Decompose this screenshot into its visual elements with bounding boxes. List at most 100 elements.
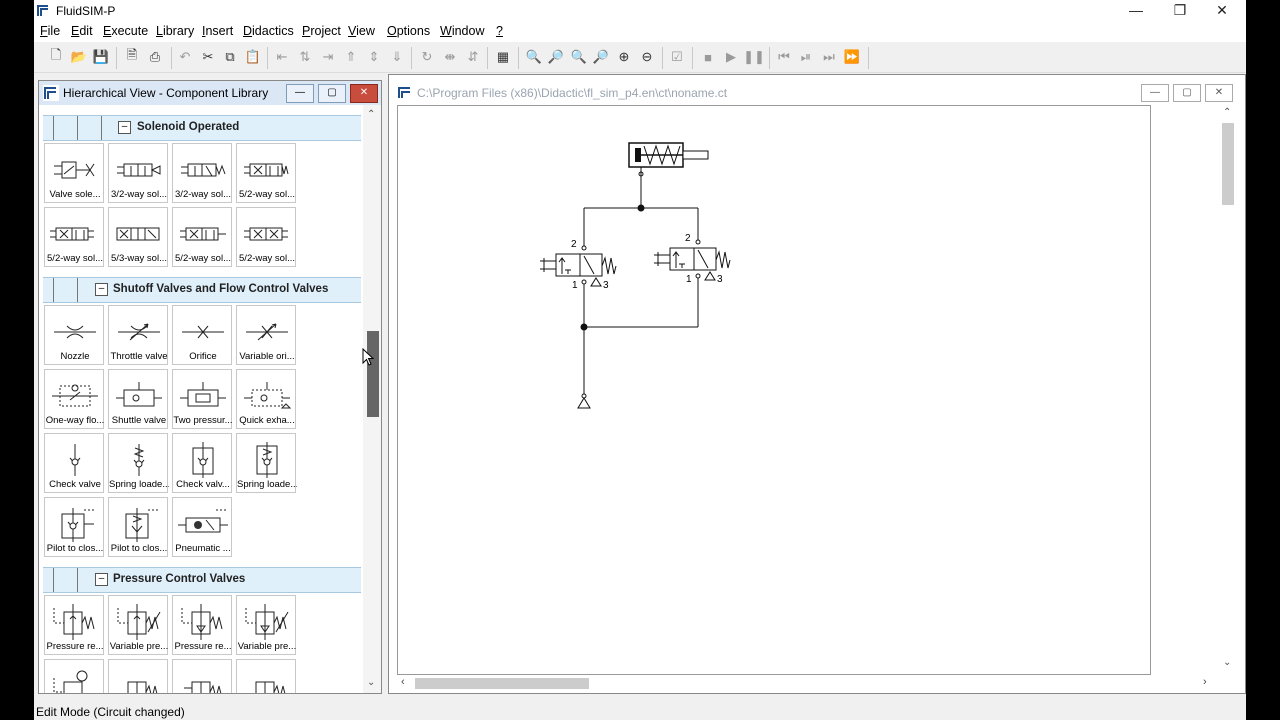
undo-icon[interactable]: ↶ <box>175 47 195 67</box>
zoom-fit-icon[interactable]: 🔎 <box>546 47 566 67</box>
open-folder-icon[interactable]: 📂 <box>69 47 89 67</box>
zoom-actual-icon[interactable]: 🔍 <box>524 47 544 67</box>
paste-icon[interactable]: 📋 <box>243 47 263 67</box>
group-solenoid-operated[interactable]: – Solenoid Operated <box>43 115 361 141</box>
circuit-hscroll-thumb[interactable] <box>415 678 589 689</box>
menu-insert[interactable]: Insert <box>202 24 233 38</box>
circuit-vscroll-thumb[interactable] <box>1222 123 1234 205</box>
component-tile[interactable]: Shuttle valve <box>108 369 168 429</box>
print-preview-icon[interactable]: 🗎 <box>122 47 142 67</box>
play-icon[interactable]: ▶ <box>721 47 741 67</box>
component-tile[interactable]: Pressure re... <box>172 595 232 655</box>
scroll-down-icon[interactable]: ⌄ <box>1223 657 1231 668</box>
fast-forward-icon[interactable]: ⏩ <box>842 47 862 67</box>
single-step-icon[interactable]: ⏯ <box>796 47 816 67</box>
menu-didactics[interactable]: Didactics <box>243 24 294 38</box>
stop-icon[interactable]: ■ <box>698 47 718 67</box>
component-tile[interactable]: Variable pre... <box>108 595 168 655</box>
group-pressure-control-valves[interactable]: – Pressure Control Valves <box>43 567 361 593</box>
copy-icon[interactable]: ⧉ <box>220 47 240 67</box>
component-tile[interactable] <box>172 659 232 693</box>
grid-icon[interactable]: ▦ <box>493 47 513 67</box>
menu-options[interactable]: Options <box>387 24 430 38</box>
library-close-button[interactable]: ✕ <box>350 84 378 103</box>
component-tile[interactable]: 5/3-way sol... <box>108 207 168 267</box>
rotate-icon[interactable]: ↻ <box>417 47 437 67</box>
component-tile[interactable]: 3/2-way sol... <box>108 143 168 203</box>
component-tile[interactable]: Spring loade... <box>108 433 169 493</box>
check-drawing-icon[interactable]: ☑ <box>667 47 687 67</box>
save-icon[interactable]: 💾 <box>91 47 111 67</box>
reset-icon[interactable]: ⏮ <box>774 47 794 67</box>
align-center-icon[interactable]: ⇅ <box>295 47 315 67</box>
new-file-icon[interactable]: 🗋 <box>46 47 66 67</box>
align-bottom-icon[interactable]: ⇓ <box>387 47 407 67</box>
circuit-canvas[interactable]: 2 1 3 2 1 3 <box>397 105 1151 675</box>
menu-library[interactable]: Library <box>156 24 194 38</box>
align-left-icon[interactable]: ⇤ <box>272 47 292 67</box>
component-tile[interactable]: Orifice <box>172 305 232 365</box>
circuit-close-button[interactable]: ✕ <box>1205 84 1233 102</box>
scroll-up-icon[interactable]: ⌃ <box>1223 107 1231 118</box>
component-tile[interactable] <box>236 659 296 693</box>
menu-help[interactable]: ? <box>496 24 503 38</box>
component-tile[interactable]: Quick exha... <box>236 369 296 429</box>
align-middle-icon[interactable]: ⇕ <box>364 47 384 67</box>
menu-edit[interactable]: Edit <box>71 24 93 38</box>
scroll-right-icon[interactable]: › <box>1203 676 1207 688</box>
collapse-icon[interactable]: – <box>95 283 108 296</box>
component-tile[interactable] <box>44 659 104 693</box>
library-minimize-button[interactable]: — <box>286 84 314 103</box>
library-scroll-thumb[interactable] <box>367 331 379 417</box>
step-forward-icon[interactable]: ⏭ <box>819 47 839 67</box>
circuit-minimize-button[interactable]: — <box>1141 84 1169 102</box>
align-top-icon[interactable]: ⇑ <box>341 47 361 67</box>
mirror-vertical-icon[interactable]: ⇵ <box>463 47 483 67</box>
component-tile[interactable]: 5/2-way sol... <box>44 207 104 267</box>
scroll-down-icon[interactable]: ⌄ <box>367 677 375 688</box>
print-icon[interactable]: ⎙ <box>145 47 165 67</box>
restore-button[interactable]: ❐ <box>1158 0 1202 22</box>
circuit-horizontal-scrollbar[interactable]: ‹ › <box>397 675 1219 691</box>
cut-icon[interactable]: ✂ <box>198 47 218 67</box>
air-supply-icon[interactable] <box>577 397 591 409</box>
component-tile[interactable]: Throttle valve <box>108 305 168 365</box>
component-tile[interactable]: Pneumatic ... <box>172 497 232 557</box>
zoom-window-icon[interactable]: 🔍 <box>569 47 589 67</box>
component-tile[interactable] <box>108 659 168 693</box>
component-tile[interactable]: Variable ori... <box>236 305 296 365</box>
menu-project[interactable]: Project <box>302 24 341 38</box>
component-tile[interactable]: Check valv... <box>172 433 232 493</box>
minimize-button[interactable]: — <box>1114 0 1158 22</box>
component-tile[interactable]: One-way flo... <box>44 369 104 429</box>
zoom-in-icon[interactable]: ⊕ <box>614 47 634 67</box>
menu-file[interactable]: File <box>40 24 60 38</box>
circuit-maximize-button[interactable]: ▢ <box>1173 84 1201 102</box>
component-tile[interactable]: 5/2-way sol... <box>236 207 296 267</box>
component-tile[interactable]: Pressure re... <box>44 595 104 655</box>
library-maximize-button[interactable]: ▢ <box>318 84 346 103</box>
mirror-horizontal-icon[interactable]: ⇼ <box>440 47 460 67</box>
pause-icon[interactable]: ❚❚ <box>743 47 765 67</box>
component-tile[interactable]: 5/2-way sol... <box>172 207 232 267</box>
menu-window[interactable]: Window <box>440 24 484 38</box>
component-tile[interactable]: 3/2-way sol... <box>172 143 232 203</box>
component-tile[interactable]: Pilot to clos... <box>108 497 168 557</box>
component-tile[interactable]: Two pressur... <box>172 369 233 429</box>
collapse-icon[interactable]: – <box>118 121 131 134</box>
zoom-all-icon[interactable]: 🔎 <box>591 47 611 67</box>
align-right-icon[interactable]: ⇥ <box>318 47 338 67</box>
component-tile[interactable]: Nozzle <box>44 305 104 365</box>
component-tile[interactable]: Check valve <box>44 433 104 493</box>
zoom-out-icon[interactable]: ⊖ <box>637 47 657 67</box>
menu-view[interactable]: View <box>348 24 375 38</box>
component-tile[interactable]: Valve sole... <box>44 143 104 203</box>
circuit-vertical-scrollbar[interactable]: ⌃ ⌄ <box>1219 105 1237 673</box>
library-vertical-scrollbar[interactable]: ⌃ ⌄ <box>363 105 381 693</box>
single-acting-cylinder[interactable] <box>628 142 709 168</box>
component-tile[interactable]: Variable pre... <box>236 595 296 655</box>
component-tile[interactable]: Pilot to clos... <box>44 497 104 557</box>
scroll-left-icon[interactable]: ‹ <box>401 676 405 688</box>
collapse-icon[interactable]: – <box>95 573 108 586</box>
scroll-up-icon[interactable]: ⌃ <box>367 109 375 120</box>
